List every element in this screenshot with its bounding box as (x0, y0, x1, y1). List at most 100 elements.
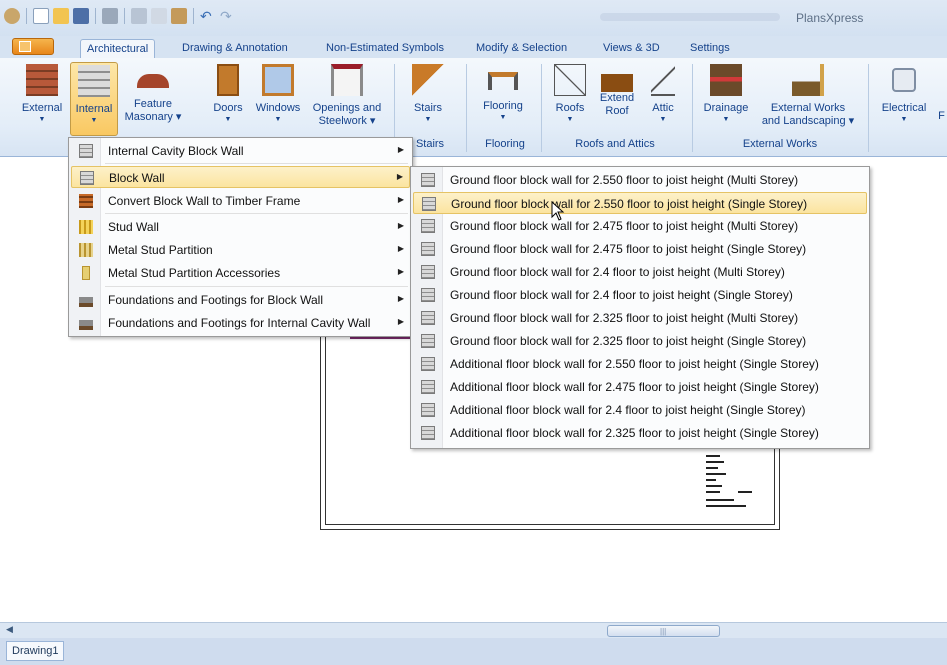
menu-item-convert-block-wall[interactable]: Convert Block Wall to Timber Frame ▶ (71, 190, 410, 212)
menu-item-stud-wall[interactable]: Stud Wall ▶ (71, 216, 410, 238)
mouse-cursor-icon (551, 201, 565, 221)
submenu-item[interactable]: Additional floor block wall for 2.325 fl… (413, 422, 867, 444)
menu-item-label: Stud Wall (108, 220, 159, 234)
ribbon-separator (466, 64, 467, 152)
dropdown-arrow-icon: ▼ (274, 116, 282, 123)
dropdown-arrow-icon: ▼ (224, 116, 232, 123)
drainage-button[interactable]: Drainage ▼ (698, 62, 754, 136)
feature-label: Feature (134, 98, 172, 110)
copy-icon[interactable] (151, 8, 167, 24)
submenu-item[interactable]: Ground floor block wall for 2.4 floor to… (413, 261, 867, 283)
submenu-item[interactable]: Ground floor block wall for 2.325 floor … (413, 330, 867, 352)
submenu-arrow-icon: ▶ (397, 244, 404, 253)
menu-item-internal-cavity-block-wall[interactable]: Internal Cavity Block Wall ▶ (71, 140, 410, 162)
roofs-label: Roofs (555, 102, 585, 114)
menu-item-label: Internal Cavity Block Wall (108, 144, 244, 158)
metal-stud-icon (79, 243, 93, 257)
doors-button[interactable]: Doors ▼ (208, 62, 248, 136)
external-works-label: External Works (770, 102, 846, 114)
submenu-item-label: Additional floor block wall for 2.325 fl… (450, 426, 819, 440)
scrollbar-thumb[interactable]: ||| (607, 625, 720, 637)
submenu-item[interactable]: Additional floor block wall for 2.4 floo… (413, 399, 867, 421)
submenu-item-label: Ground floor block wall for 2.550 floor … (451, 197, 808, 211)
flooring-icon (488, 72, 518, 90)
print-icon[interactable] (102, 8, 118, 24)
submenu-item-label: Additional floor block wall for 2.550 fl… (450, 357, 819, 371)
app-menu-icon (19, 41, 31, 52)
submenu-item[interactable]: Additional floor block wall for 2.550 fl… (413, 353, 867, 375)
save-icon[interactable] (73, 8, 89, 24)
foundation-icon (79, 293, 93, 307)
internal-button[interactable]: Internal ▼ (70, 62, 118, 136)
dropdown-arrow-icon: ▼ (900, 116, 908, 123)
submenu-item[interactable]: Ground floor block wall for 2.475 floor … (413, 215, 867, 237)
new-file-icon[interactable] (33, 8, 49, 24)
document-tab-drawing1[interactable]: Drawing1 (6, 641, 65, 661)
horizontal-scrollbar[interactable]: ◀ ||| (0, 622, 947, 638)
undo-icon[interactable]: ↶ (200, 8, 216, 24)
tab-modify-selection[interactable]: Modify & Selection (470, 39, 573, 58)
feature-masonary-button[interactable]: Feature Masonary ▾ (122, 62, 184, 136)
block-wall-submenu: Ground floor block wall for 2.550 floor … (410, 166, 870, 449)
submenu-item[interactable]: Ground floor block wall for 2.4 floor to… (413, 284, 867, 306)
scroll-left-icon[interactable]: ◀ (6, 624, 13, 635)
title-document-name (600, 13, 780, 21)
roofs-button[interactable]: Roofs ▼ (548, 62, 592, 136)
tab-views-3d[interactable]: Views & 3D (597, 39, 666, 58)
electrical-button[interactable]: Electrical ▼ (876, 62, 932, 136)
attic-icon (651, 64, 675, 96)
tab-non-estimated-symbols[interactable]: Non-Estimated Symbols (320, 39, 450, 58)
stairs-icon (412, 64, 444, 96)
ribbon-tabs: Architectural Drawing & Annotation Non-E… (0, 36, 947, 58)
block-wall-icon (79, 144, 93, 158)
masonary-label: Masonary ▾ (124, 111, 182, 123)
submenu-item-label: Ground floor block wall for 2.475 floor … (450, 242, 807, 256)
dropdown-arrow-icon: ▼ (722, 116, 730, 123)
application-menu-button[interactable] (12, 38, 54, 55)
submenu-item[interactable]: Ground floor block wall for 2.475 floor … (413, 238, 867, 260)
cut-icon[interactable] (131, 8, 147, 24)
menu-item-metal-stud-accessories[interactable]: Metal Stud Partition Accessories ▶ (71, 262, 410, 284)
menu-item-foundations-block-wall[interactable]: Foundations and Footings for Block Wall … (71, 289, 410, 311)
ribbon-separator (868, 64, 869, 152)
stairs-button[interactable]: Stairs ▼ (404, 62, 452, 136)
menu-item-metal-stud-partition[interactable]: Metal Stud Partition ▶ (71, 239, 410, 261)
block-wall-icon (421, 288, 435, 302)
attic-label: Attic (652, 102, 674, 114)
submenu-item[interactable]: Ground floor block wall for 2.325 floor … (413, 307, 867, 329)
dropdown-arrow-icon: ▼ (38, 116, 46, 123)
submenu-item[interactable]: Additional floor block wall for 2.475 fl… (413, 376, 867, 398)
submenu-arrow-icon: ▶ (397, 267, 404, 276)
external-works-button[interactable]: External Works and Landscaping ▾ (756, 62, 860, 136)
redo-icon[interactable]: ↷ (220, 8, 236, 24)
drainage-icon (710, 64, 742, 96)
block-wall-icon (422, 197, 436, 211)
submenu-item-label: Ground floor block wall for 2.475 floor … (450, 219, 799, 233)
external-button[interactable]: External ▼ (18, 62, 66, 136)
app-logo-icon[interactable] (4, 8, 20, 24)
drainage-label: Drainage (703, 102, 749, 114)
openings-steelwork-button[interactable]: Openings and Steelwork ▾ (308, 62, 386, 136)
submenu-item-label: Ground floor block wall for 2.4 floor to… (450, 288, 793, 302)
extend-roof-button[interactable]: Extend Roof (596, 62, 638, 136)
group-label-flooring: Flooring (485, 138, 525, 150)
submenu-item-label: Ground floor block wall for 2.325 floor … (450, 334, 807, 348)
submenu-item[interactable]: Ground floor block wall for 2.550 floor … (413, 169, 867, 191)
tab-drawing-annotation[interactable]: Drawing & Annotation (176, 39, 294, 58)
group-label-roofs-attics: Roofs and Attics (575, 138, 655, 150)
submenu-arrow-icon: ▶ (396, 172, 403, 181)
tab-settings[interactable]: Settings (684, 39, 736, 58)
windows-button[interactable]: Windows ▼ (253, 62, 303, 136)
flooring-button[interactable]: Flooring ▼ (474, 62, 532, 136)
electrical-icon (892, 68, 916, 92)
submenu-item[interactable]: Ground floor block wall for 2.550 floor … (413, 192, 867, 214)
document-tab-bar: Drawing1 (0, 638, 947, 665)
menu-item-block-wall[interactable]: Block Wall ▶ (71, 166, 410, 188)
more-ribbon-button[interactable]: F (936, 110, 947, 124)
open-folder-icon[interactable] (53, 8, 69, 24)
tab-architectural[interactable]: Architectural (80, 39, 156, 58)
attic-button[interactable]: Attic ▼ (645, 62, 681, 136)
paste-icon[interactable] (171, 8, 187, 24)
menu-item-foundations-internal-cavity[interactable]: Foundations and Footings for Internal Ca… (71, 312, 410, 334)
menu-item-label: Block Wall (109, 171, 165, 185)
